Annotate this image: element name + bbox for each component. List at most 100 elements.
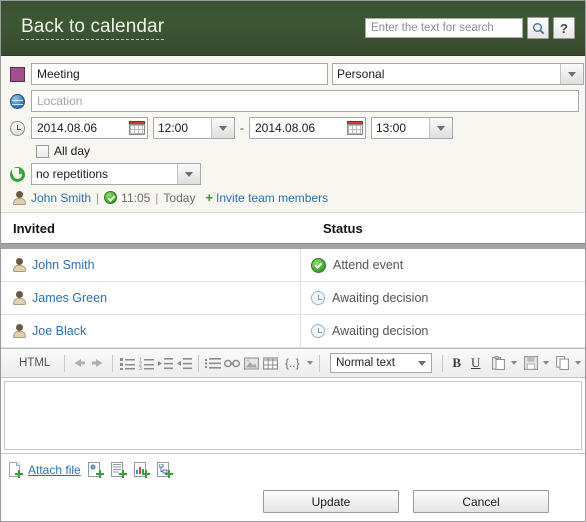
event-title-input[interactable] [31, 63, 328, 85]
chevron-down-icon[interactable] [574, 361, 581, 365]
add-document-icon[interactable] [110, 462, 127, 478]
chevron-down-icon [177, 164, 200, 184]
repeat-select[interactable]: no repetitions [31, 163, 201, 185]
indent-icon[interactable] [157, 354, 173, 373]
clock-icon [311, 324, 325, 338]
invite-team-members-label: Invite team members [216, 190, 329, 205]
underline-icon[interactable]: U [468, 354, 484, 373]
start-date-field[interactable]: 2014.08.06 [31, 117, 148, 139]
link-icon[interactable] [224, 354, 241, 373]
divider [112, 354, 114, 372]
page-header: Back to calendar ? [1, 1, 585, 56]
title-row: Personal [7, 63, 584, 85]
location-input[interactable] [31, 90, 579, 112]
search-button[interactable] [527, 17, 549, 39]
invited-table: Invited Status John Smith Attend event J… [1, 213, 585, 348]
end-time-value: 13:00 [376, 121, 407, 135]
chevron-down-icon[interactable] [510, 361, 517, 365]
insert-list-item-icon[interactable] [205, 354, 222, 373]
table-icon[interactable] [262, 354, 278, 373]
add-chart-icon[interactable] [133, 462, 150, 478]
undo-icon[interactable] [71, 354, 87, 373]
status-text: Awaiting decision [332, 324, 429, 338]
chevron-down-icon [412, 354, 431, 372]
table-row: Joe Black Awaiting decision [1, 315, 585, 348]
all-day-row: All day [31, 144, 579, 158]
invited-cell: John Smith [1, 249, 301, 281]
end-date-field[interactable]: 2014.08.06 [249, 117, 366, 139]
placeholder-icon[interactable]: {..} [281, 354, 303, 373]
clock-icon [311, 291, 325, 305]
invited-cell: Joe Black [1, 315, 301, 347]
check-circle-icon [311, 257, 326, 273]
globe-icon [9, 93, 25, 109]
numbered-list-icon[interactable]: 1 2 3 [138, 354, 154, 373]
save-icon[interactable] [523, 354, 539, 373]
clock-cell [7, 120, 27, 136]
invitee-name-link[interactable]: Joe Black [32, 324, 86, 338]
description-textarea[interactable] [4, 381, 582, 450]
author-name-link[interactable]: John Smith [31, 191, 91, 205]
footer: Attach file Update Cancel [1, 453, 585, 521]
back-to-calendar-link[interactable]: Back to calendar [21, 16, 165, 40]
event-color-swatch[interactable] [9, 66, 25, 82]
update-button[interactable]: Update [263, 490, 399, 513]
outdent-icon[interactable] [176, 354, 192, 373]
help-icon: ? [560, 20, 568, 36]
editor-toolbar: HTML 1 2 3 {..} Normal text B U [1, 349, 585, 378]
chevron-down-icon [211, 118, 234, 138]
invitee-name-link[interactable]: James Green [32, 291, 107, 305]
end-date-value: 2014.08.06 [255, 121, 316, 135]
divider: | [155, 190, 159, 205]
text-style-value: Normal text [336, 357, 395, 369]
chevron-down-icon[interactable] [542, 361, 549, 365]
html-mode-button[interactable]: HTML [5, 357, 58, 369]
datetime-row: 2014.08.06 12:00 - 2014.08.06 13:00 [7, 117, 579, 139]
clock-icon [9, 120, 25, 136]
chevron-down-icon [429, 118, 452, 138]
user-icon [13, 258, 26, 272]
calendar-icon[interactable] [129, 121, 145, 135]
cancel-button[interactable]: Cancel [413, 490, 549, 513]
text-style-select[interactable]: Normal text [330, 353, 432, 373]
start-date-value: 2014.08.06 [37, 121, 98, 135]
image-icon[interactable] [243, 354, 259, 373]
chevron-down-icon[interactable] [307, 361, 314, 365]
end-time-select[interactable]: 13:00 [371, 117, 453, 139]
divider [64, 354, 66, 372]
author-row: John Smith | 11:05 | Today + Invite team… [13, 190, 579, 205]
user-icon [13, 190, 26, 205]
help-button[interactable]: ? [553, 17, 575, 39]
copy-icon[interactable] [555, 354, 571, 373]
add-diagram-icon[interactable] [156, 462, 173, 478]
invite-team-members-link[interactable]: + Invite team members [205, 190, 328, 205]
add-media-icon[interactable] [87, 462, 104, 478]
attach-file-icon [9, 462, 23, 478]
bold-icon[interactable]: B [449, 354, 465, 373]
start-time-value: 12:00 [158, 121, 189, 135]
repeat-select-value: no repetitions [36, 167, 109, 181]
table-header: Invited Status [1, 213, 585, 243]
calendar-icon[interactable] [347, 121, 363, 135]
divider [441, 354, 443, 372]
table-row: James Green Awaiting decision [1, 282, 585, 315]
divider: | [96, 190, 100, 205]
table-row: John Smith Attend event [1, 249, 585, 282]
paste-icon[interactable] [491, 354, 507, 373]
location-row [7, 90, 579, 112]
footer-buttons: Update Cancel [9, 490, 577, 513]
column-header-invited: Invited [13, 220, 55, 236]
invited-cell: James Green [1, 282, 301, 314]
author-time: 11:05 [121, 190, 151, 205]
attach-file-button[interactable]: Attach file [9, 462, 81, 478]
all-day-checkbox[interactable] [36, 144, 49, 158]
search-input[interactable] [365, 18, 523, 38]
all-day-label: All day [54, 144, 91, 158]
status-cell: Attend event [301, 249, 585, 281]
bullet-list-icon[interactable] [119, 354, 135, 373]
globe-cell [7, 93, 27, 109]
redo-icon[interactable] [90, 354, 106, 373]
category-select[interactable]: Personal [332, 63, 584, 85]
start-time-select[interactable]: 12:00 [153, 117, 235, 139]
invitee-name-link[interactable]: John Smith [32, 258, 95, 272]
